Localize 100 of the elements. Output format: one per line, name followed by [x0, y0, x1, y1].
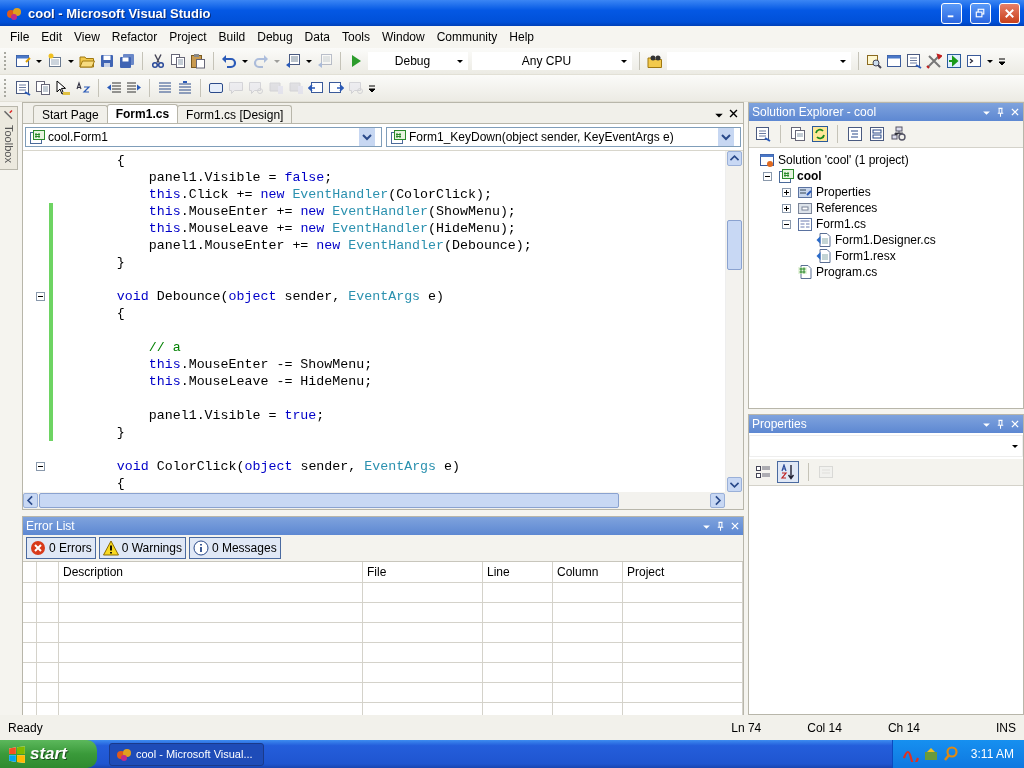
menu-item[interactable]: Build — [212, 28, 252, 46]
expand-icon[interactable] — [781, 203, 791, 213]
editor-tab[interactable]: Form1.cs — [106, 104, 179, 123]
copy-icon[interactable] — [35, 80, 51, 96]
caret-icon[interactable] — [241, 58, 249, 64]
taskbar-button[interactable]: cool - Microsoft Visual... — [109, 742, 264, 766]
bookmark-icon[interactable] — [328, 80, 344, 96]
categorized-icon[interactable] — [755, 464, 771, 480]
tree-item[interactable]: Form1.resx — [835, 249, 896, 263]
save-all-icon[interactable] — [119, 53, 135, 69]
form-icon[interactable] — [797, 216, 813, 232]
column-header[interactable]: File — [367, 565, 387, 579]
properties-icon[interactable] — [755, 126, 771, 142]
menu-item[interactable]: Edit — [35, 28, 69, 46]
collapse-icon[interactable] — [36, 462, 45, 471]
scroll-up-button[interactable] — [727, 151, 742, 166]
comment-icon[interactable] — [157, 80, 173, 96]
restore-button[interactable] — [970, 2, 991, 24]
collapse-icon[interactable] — [781, 219, 791, 229]
scrollbar-thumb[interactable] — [727, 220, 742, 270]
paste-icon[interactable] — [190, 53, 206, 69]
menu-item[interactable]: Window — [376, 28, 431, 46]
menu-item[interactable]: Project — [163, 28, 213, 46]
magnifier-icon[interactable] — [866, 53, 882, 69]
properties-folder-icon[interactable] — [797, 184, 813, 200]
refresh-icon[interactable] — [812, 126, 828, 142]
scroll-down-button[interactable] — [727, 477, 742, 492]
rectangle-icon[interactable] — [208, 80, 224, 96]
solution-icon[interactable] — [759, 152, 775, 168]
save-icon[interactable] — [99, 53, 115, 69]
outdent-icon[interactable] — [106, 80, 122, 96]
tree-item[interactable]: Program.cs — [816, 265, 878, 279]
cut-icon[interactable] — [150, 53, 166, 69]
alphabetical-button[interactable] — [777, 461, 799, 483]
scrollbar-thumb[interactable] — [39, 493, 619, 508]
open-folder-icon[interactable] — [79, 53, 95, 69]
pin-icon[interactable] — [995, 106, 1006, 118]
menu-item[interactable]: Debug — [251, 28, 299, 46]
scroll-left-button[interactable] — [23, 493, 38, 508]
member-dropdown[interactable]: Form1_KeyDown(object sender, KeyEventArgs e) — [386, 127, 741, 147]
list-icon[interactable] — [906, 53, 922, 69]
tools-icon[interactable] — [2, 109, 15, 121]
uncomment-icon[interactable] — [177, 80, 193, 96]
class-diagram-icon[interactable] — [891, 126, 907, 142]
indent-icon[interactable] — [126, 80, 142, 96]
menu-item[interactable]: File — [4, 28, 36, 46]
undo-icon[interactable] — [221, 53, 237, 69]
menu-item[interactable]: Data — [298, 28, 336, 46]
tree-item[interactable]: References — [816, 201, 878, 215]
menu-item[interactable]: Refactor — [105, 28, 164, 46]
caret-icon[interactable] — [67, 58, 75, 64]
tree-item[interactable]: Solution 'cool' (1 project) — [778, 153, 909, 167]
expand-icon[interactable] — [781, 187, 791, 197]
code-file-icon[interactable] — [816, 248, 832, 264]
menu-item[interactable]: Tools — [335, 28, 376, 46]
bookmark-icon[interactable] — [308, 80, 324, 96]
view-designer-icon[interactable] — [869, 126, 885, 142]
caret-icon[interactable] — [35, 58, 43, 64]
caret-icon[interactable] — [305, 58, 313, 64]
menu-item[interactable]: View — [68, 28, 106, 46]
sort-icon[interactable] — [75, 80, 91, 96]
project-icon[interactable] — [778, 168, 794, 184]
minimize-button[interactable] — [941, 2, 962, 24]
csharp-file-icon[interactable] — [797, 264, 813, 280]
editor-tab[interactable]: Start Page — [33, 105, 108, 123]
type-dropdown[interactable]: cool.Form1 — [25, 127, 382, 147]
caret-icon[interactable] — [986, 58, 994, 64]
toolbox-tab[interactable]: Toolbox — [0, 106, 18, 170]
column-header[interactable]: Line — [487, 565, 510, 579]
add-item-icon[interactable] — [47, 53, 63, 69]
filter-button[interactable]: 0 Warnings — [98, 537, 186, 559]
tools-icon[interactable] — [926, 53, 942, 69]
copy-icon[interactable] — [170, 53, 186, 69]
pin-icon[interactable] — [995, 418, 1006, 430]
menu-item[interactable]: Help — [503, 28, 541, 46]
scroll-right-button[interactable] — [710, 493, 725, 508]
column-header[interactable]: Description — [63, 565, 124, 579]
collapse-icon[interactable] — [36, 292, 45, 301]
tree-item[interactable]: Form1.cs — [816, 217, 866, 231]
start-button[interactable]: start — [0, 740, 97, 768]
tree-item[interactable]: cool — [797, 169, 822, 183]
dropdown-icon[interactable] — [714, 111, 724, 119]
references-folder-icon[interactable] — [797, 200, 813, 216]
pin-icon[interactable] — [715, 520, 726, 532]
menu-item[interactable]: Community — [430, 28, 504, 46]
cursor-icon[interactable] — [55, 80, 71, 96]
tree-item[interactable]: Form1.Designer.cs — [835, 233, 936, 247]
new-project-icon[interactable] — [15, 53, 31, 69]
column-header[interactable]: Project — [627, 565, 665, 579]
window-icon[interactable] — [886, 53, 902, 69]
collapse-icon[interactable] — [762, 171, 772, 181]
tree-item[interactable]: Properties — [816, 185, 871, 199]
column-header[interactable]: Column — [557, 565, 599, 579]
code-file-icon[interactable] — [816, 232, 832, 248]
editor-tab[interactable]: Form1.cs [Design] — [177, 105, 293, 123]
filter-button[interactable]: 0 Messages — [188, 537, 281, 559]
arrow-box-icon[interactable] — [946, 53, 962, 69]
close-icon[interactable] — [728, 108, 739, 119]
show-all-files-icon[interactable] — [790, 126, 806, 142]
filter-button[interactable]: 0 Errors — [26, 537, 96, 559]
